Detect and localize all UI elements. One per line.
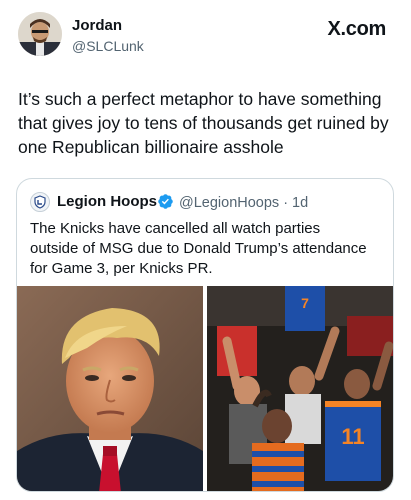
quoted-handle-time[interactable]: @LegionHoops · 1d [179, 194, 308, 212]
post-text: It’s such a perfect metaphor to have som… [18, 89, 389, 157]
shield-logo-icon [34, 195, 46, 209]
portrait-photo[interactable] [17, 286, 203, 491]
display-name[interactable]: Jordan [72, 17, 122, 35]
fans-image: 7 11 [207, 286, 393, 491]
avatar[interactable] [18, 12, 62, 56]
legion-hoops-avatar[interactable] [30, 192, 50, 212]
verified-badge-icon [158, 194, 173, 209]
avatar-image [18, 12, 62, 56]
top-jersey-number: 7 [301, 295, 309, 311]
user-handle[interactable]: @SLCLunk [72, 38, 144, 55]
brand-logo: X.com [327, 18, 386, 40]
quoted-post-card[interactable]: Legion Hoops @LegionHoops · 1d The Knick… [16, 178, 394, 492]
fans-photo[interactable]: 7 11 [207, 286, 393, 491]
quoted-post-text: The Knicks have cancelled all watch part… [30, 220, 367, 277]
quoted-media[interactable]: 7 11 [17, 286, 393, 491]
right-jersey-number: 11 [341, 424, 364, 449]
post-screenshot: Jordan @SLCLunk X.com It’s such a perfec… [0, 0, 411, 500]
quoted-display-name[interactable]: Legion Hoops [57, 193, 157, 211]
portrait-image [17, 286, 203, 491]
